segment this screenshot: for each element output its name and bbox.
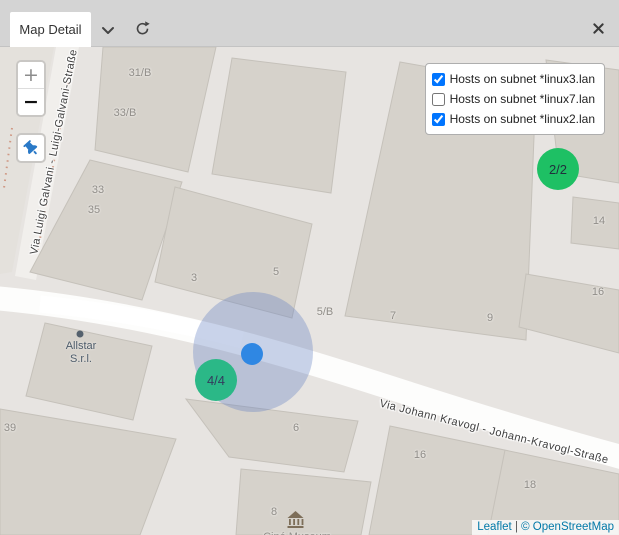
zoom-out-button[interactable]: −: [18, 89, 44, 116]
marker-count-label: 2/2: [549, 162, 567, 177]
legend-label: Hosts on subnet *linux3.lan: [450, 72, 595, 86]
zoom-in-button[interactable]: +: [18, 62, 44, 89]
zoom-control: + −: [16, 60, 46, 117]
subnet-legend: Hosts on subnet *linux3.lan Hosts on sub…: [425, 63, 605, 135]
leaflet-link[interactable]: Leaflet: [477, 521, 512, 533]
subnet-checkbox-linux7[interactable]: [432, 93, 445, 106]
subnet-checkbox-linux2[interactable]: [432, 113, 445, 126]
header-bar: Map Detail: [0, 0, 619, 47]
host-marker-2-2[interactable]: 2/2: [537, 148, 579, 190]
map-canvas[interactable]: Via Luigi Galvani - Luigi-Galvani-Straße…: [0, 47, 619, 535]
legend-label: Hosts on subnet *linux7.lan: [450, 92, 595, 106]
tab-label: Map Detail: [19, 22, 81, 37]
osm-link[interactable]: © OpenStreetMap: [521, 521, 614, 533]
legend-item-linux3[interactable]: Hosts on subnet *linux3.lan: [432, 69, 595, 89]
host-marker-4-4[interactable]: 4/4: [195, 359, 237, 401]
legend-item-linux2[interactable]: Hosts on subnet *linux2.lan: [432, 109, 595, 129]
pin-button[interactable]: [16, 133, 46, 163]
subnet-checkbox-linux3[interactable]: [432, 73, 445, 86]
pushpin-icon: [20, 137, 41, 158]
location-dot[interactable]: [241, 343, 263, 365]
attribution-separator: |: [512, 521, 521, 533]
close-icon[interactable]: [588, 18, 608, 38]
chevron-down-icon[interactable]: [98, 20, 118, 40]
refresh-icon[interactable]: [132, 18, 152, 38]
map-detail-window: Map Detail: [0, 0, 619, 535]
marker-count-label: 4/4: [207, 373, 225, 388]
legend-item-linux7[interactable]: Hosts on subnet *linux7.lan: [432, 89, 595, 109]
tab-map-detail[interactable]: Map Detail: [10, 12, 91, 47]
legend-label: Hosts on subnet *linux2.lan: [450, 112, 595, 126]
map-attribution: Leaflet | © OpenStreetMap: [472, 520, 619, 535]
